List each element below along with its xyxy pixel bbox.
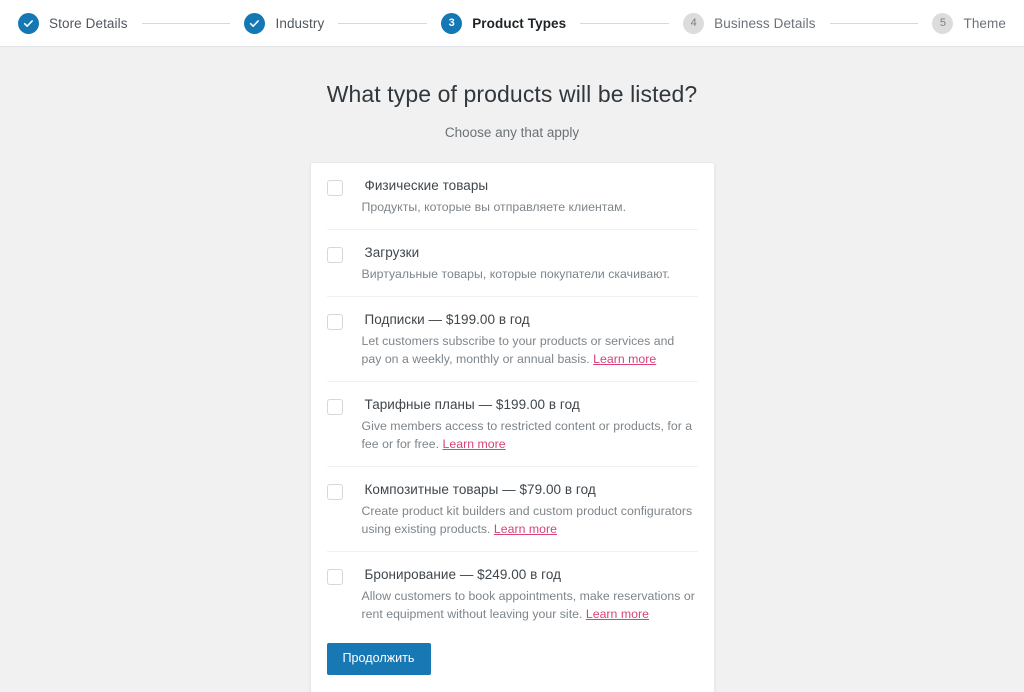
product-type-checkbox[interactable]	[326, 247, 343, 263]
stepper-step-theme[interactable]: 5 Theme	[932, 12, 1006, 34]
check-icon	[244, 12, 266, 34]
product-type-description: Allow customers to book appointments, ma…	[362, 587, 698, 623]
learn-more-link[interactable]: Learn more	[494, 522, 557, 536]
product-type-item[interactable]: Физические товары Продукты, которые вы от…	[326, 163, 698, 230]
step-number-badge: 5	[932, 12, 954, 34]
stepper-step-label: Theme	[963, 15, 1006, 31]
learn-more-link[interactable]: Learn more	[443, 437, 506, 451]
stepper-step-business-details[interactable]: 4 Business Details	[683, 12, 816, 34]
stepper-step-product-types[interactable]: 3 Product Types	[441, 12, 567, 34]
stepper-step-label: Business Details	[714, 15, 816, 31]
product-type-description-text: Продукты, которые вы отправляете клиента…	[361, 200, 627, 214]
product-type-checkbox[interactable]	[326, 484, 343, 500]
product-type-title: Подписки — $199.00 в год	[364, 312, 530, 327]
learn-more-link[interactable]: Learn more	[593, 352, 656, 366]
continue-button[interactable]: Продолжить	[326, 643, 431, 675]
onboarding-stepper: Store Details Industry 3 Product Types 4 Busi…	[0, 0, 1024, 47]
product-type-text: Физические товары Продукты, которые вы от…	[362, 177, 698, 216]
page-subtitle: Choose any that apply	[444, 125, 580, 140]
page-title: What type of products will be listed?	[326, 81, 698, 107]
stepper-step-store-details[interactable]: Store Details	[18, 12, 128, 34]
product-type-title: Тарифные планы — $199.00 в год	[364, 397, 580, 412]
product-type-checkbox[interactable]	[326, 314, 343, 330]
stepper-step-label: Store Details	[49, 15, 128, 31]
product-type-title: Бронирование — $249.00 в год	[364, 567, 562, 582]
stepper-connector	[829, 22, 919, 24]
product-type-title: Композитные товары — $79.00 в год	[364, 482, 596, 497]
product-type-description: Виртуальные товары, которые покупатели с…	[362, 265, 698, 283]
product-type-checkbox[interactable]	[326, 569, 343, 585]
product-type-text: Загрузки Виртуальные товары, которые поку…	[362, 244, 698, 283]
product-type-text: Подписки — $199.00 в год Let customers su…	[362, 311, 698, 368]
stepper-connector	[141, 22, 231, 24]
step-number-badge: 4	[683, 12, 705, 34]
product-type-text: Бронирование — $249.00 в год Allow custom…	[362, 566, 698, 623]
stepper-connector	[338, 22, 428, 24]
product-type-description-text: Виртуальные товары, которые покупатели с…	[361, 267, 670, 281]
step-number-badge: 3	[441, 12, 463, 34]
product-type-checkbox[interactable]	[326, 180, 343, 196]
stepper-step-industry[interactable]: Industry	[244, 12, 325, 34]
learn-more-link[interactable]: Learn more	[586, 607, 649, 621]
product-type-description: Create product kit builders and custom p…	[362, 502, 698, 538]
stepper-step-label: Industry	[275, 15, 325, 31]
product-type-item[interactable]: Подписки — $199.00 в год Let customers su…	[326, 297, 698, 382]
product-type-title: Физические товары	[364, 178, 489, 193]
stepper-step-label: Product Types	[472, 15, 567, 31]
product-type-text: Тарифные планы — $199.00 в год Give membe…	[362, 396, 698, 453]
card-footer: Продолжить	[326, 633, 698, 692]
product-type-description: Give members access to restricted conten…	[362, 417, 698, 453]
product-type-description: Продукты, которые вы отправляете клиента…	[362, 198, 698, 216]
product-type-item[interactable]: Тарифные планы — $199.00 в год Give membe…	[326, 382, 698, 467]
product-type-checkbox[interactable]	[326, 399, 343, 415]
product-type-item[interactable]: Загрузки Виртуальные товары, которые поку…	[326, 230, 698, 297]
product-type-description: Let customers subscribe to your products…	[362, 332, 698, 368]
product-type-item[interactable]: Композитные товары — $79.00 в год Create …	[326, 467, 698, 552]
check-icon	[18, 12, 39, 34]
product-type-text: Композитные товары — $79.00 в год Create …	[362, 481, 698, 538]
product-type-description-text: Give members access to restricted conten…	[361, 419, 693, 451]
product-type-title: Загрузки	[364, 245, 420, 260]
product-type-list: Физические товары Продукты, которые вы от…	[326, 163, 698, 633]
product-type-item[interactable]: Бронирование — $249.00 в год Allow custom…	[326, 552, 698, 633]
stepper-connector	[580, 22, 670, 24]
product-types-card: Физические товары Продукты, которые вы от…	[309, 162, 715, 692]
page-body: What type of products will be listed? Ch…	[0, 47, 1024, 692]
